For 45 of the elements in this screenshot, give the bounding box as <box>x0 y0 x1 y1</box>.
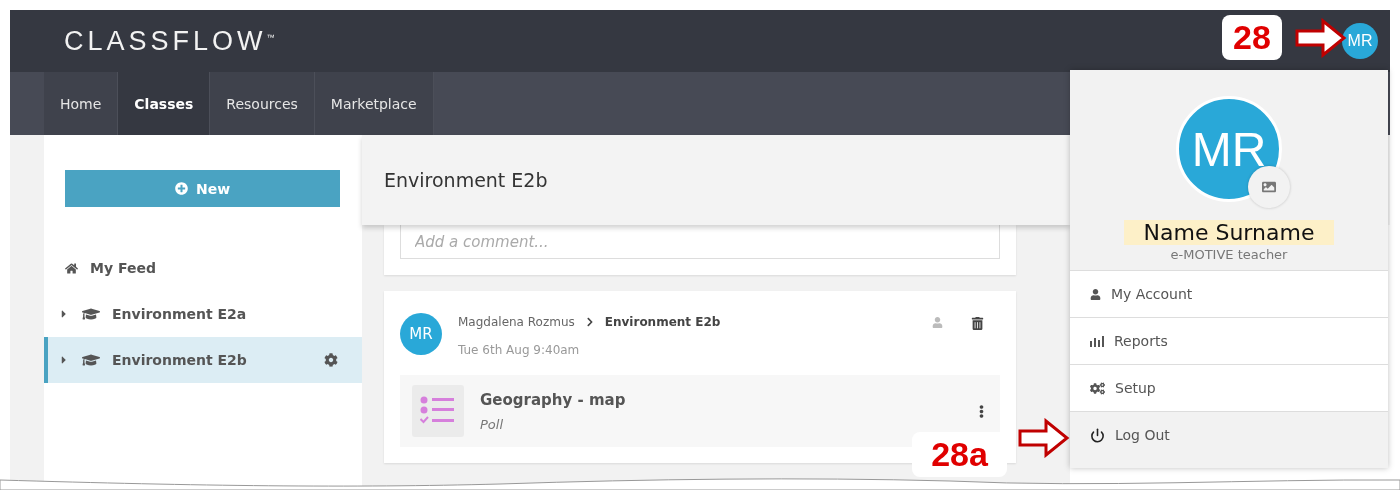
class-title: Environment E2b <box>384 169 548 191</box>
delete-icon[interactable] <box>971 317 984 330</box>
author-avatar: MR <box>400 313 442 355</box>
step-number: 28a <box>912 432 1007 477</box>
power-icon <box>1090 427 1105 443</box>
class-link[interactable]: Environment E2b <box>604 315 721 329</box>
menu-item[interactable]: Log Out <box>1070 411 1388 458</box>
sidebar-item[interactable]: My Feed <box>44 245 362 291</box>
profile-avatar: MR <box>1176 96 1282 202</box>
menu-item[interactable]: My Account <box>1070 270 1388 317</box>
nav-tab[interactable]: Classes <box>118 72 211 135</box>
comment-field[interactable]: Add a comment... <box>400 225 1000 259</box>
bar-chart-icon <box>1090 335 1104 347</box>
chevron-icon <box>584 317 595 327</box>
menu-item[interactable]: Reports <box>1070 317 1388 364</box>
nav-tab[interactable]: Home <box>44 72 119 135</box>
sidebar-item[interactable]: Environment E2a <box>44 291 362 337</box>
author-name[interactable]: Magdalena Rozmus <box>458 315 575 329</box>
step-number: 28 <box>1222 15 1282 60</box>
menu-item-label: My Account <box>1111 286 1193 302</box>
user-icon <box>1090 288 1101 300</box>
menu-item[interactable]: Setup <box>1070 364 1388 411</box>
home-icon <box>65 261 78 275</box>
menu-item-label: Reports <box>1114 333 1168 349</box>
resource-type: Poll <box>480 416 505 432</box>
menu-item-label: Setup <box>1115 380 1156 396</box>
pointer-arrow <box>1295 18 1347 58</box>
pointer-arrow <box>1018 418 1070 458</box>
settings-icon <box>1090 380 1105 396</box>
post-time: Tue 6th Aug 9:40am <box>458 343 581 357</box>
nav-tab[interactable]: Marketplace <box>314 72 434 135</box>
menu-item-label: Log Out <box>1115 427 1170 443</box>
image-icon <box>1262 180 1276 194</box>
user-name: Name Surname <box>1123 220 1335 245</box>
resource-title: Geography - map <box>480 390 627 409</box>
nav-tab[interactable]: Resources <box>210 72 315 135</box>
plus-icon <box>174 182 188 195</box>
sidebar-item-label: Environment E2a <box>112 306 248 322</box>
change-photo-button[interactable] <box>1248 166 1290 208</box>
sidebar-item[interactable]: Environment E2b <box>44 337 362 383</box>
settings-icon[interactable] <box>324 353 338 367</box>
sidebar-item-label: Environment E2b <box>112 352 248 368</box>
sidebar-item-label: My Feed <box>90 260 157 276</box>
logo[interactable]: CLASSFLOW$^{™}$ <box>64 25 275 57</box>
user-role: e-MOTIVE teacher <box>1170 247 1288 262</box>
